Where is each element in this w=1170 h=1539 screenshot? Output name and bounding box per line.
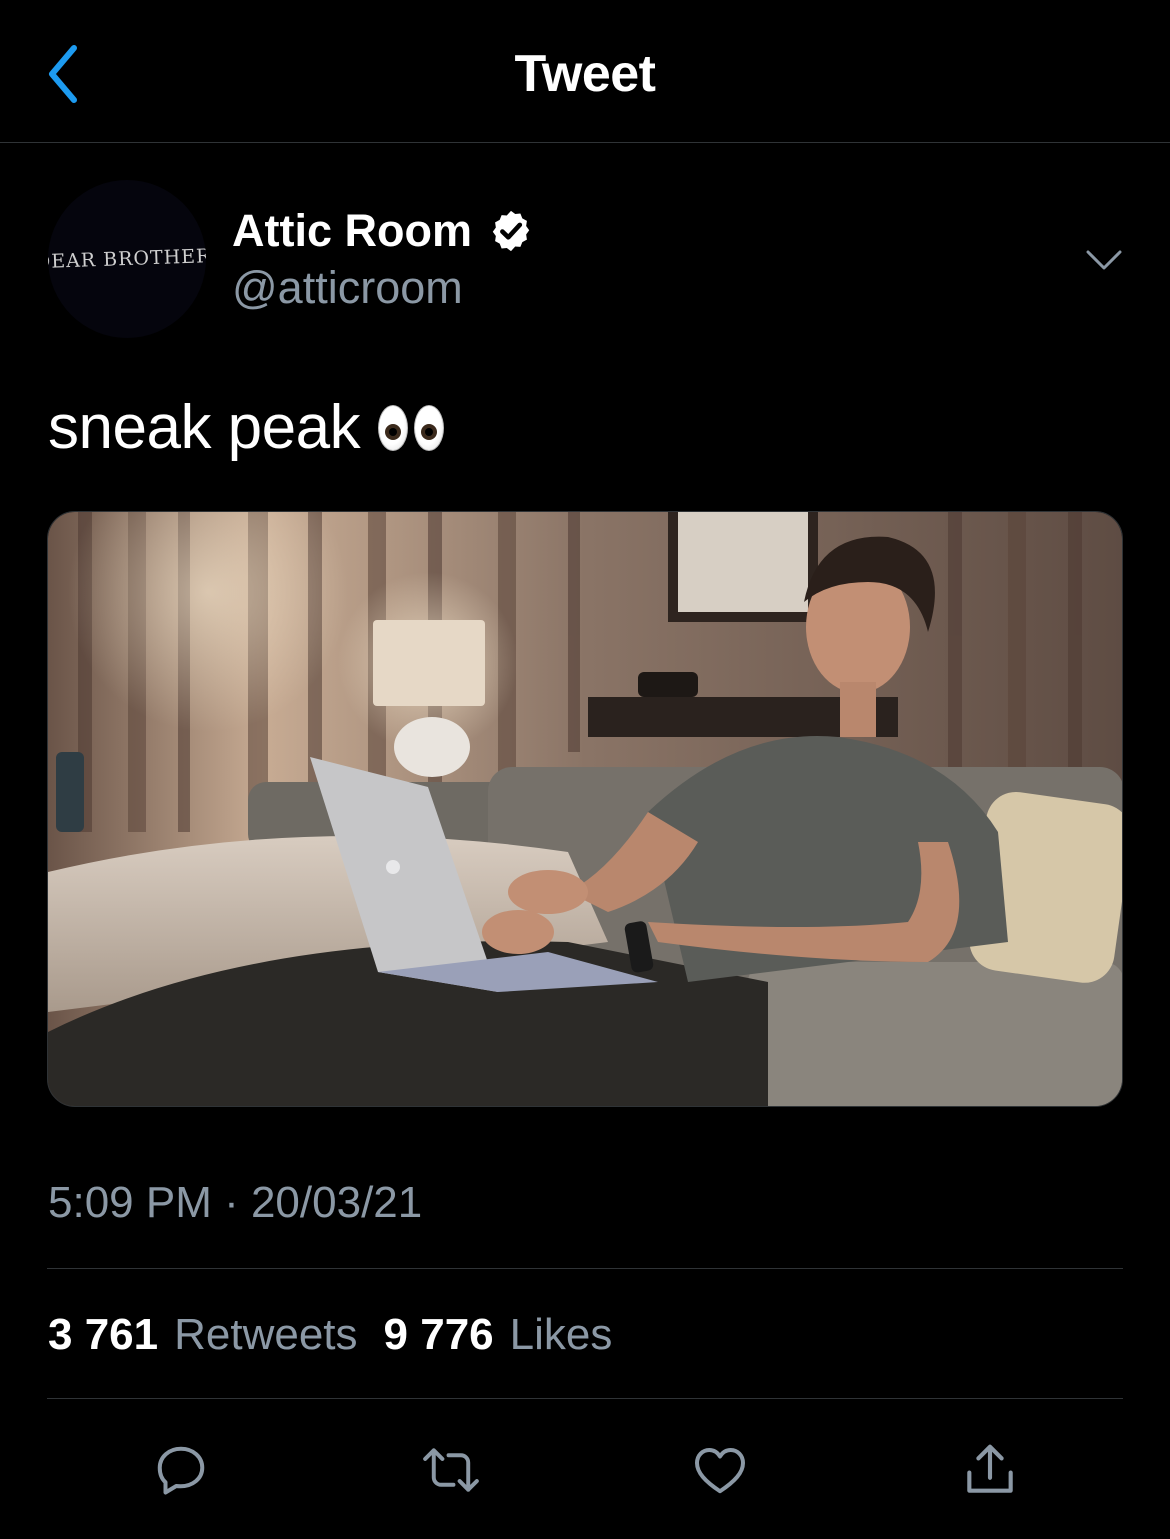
divider: [47, 1268, 1123, 1269]
retweets-count[interactable]: 3 761: [48, 1310, 158, 1360]
share-icon: [967, 1444, 1013, 1493]
like-icon: [695, 1448, 745, 1494]
retweet-icon: [423, 1448, 479, 1492]
tweet-actions-bar: [0, 1430, 1170, 1510]
tweet-timestamp: 5:09 PM · 20/03/21: [48, 1178, 423, 1227]
more-options-button[interactable]: [1082, 240, 1126, 280]
chevron-down-icon: [1086, 250, 1122, 270]
top-nav-bar: Tweet: [0, 0, 1170, 143]
reply-icon: [157, 1446, 205, 1495]
tweet-text: sneak peak: [48, 392, 445, 463]
reply-button[interactable]: [141, 1430, 221, 1510]
verified-badge-icon: [492, 210, 530, 252]
tweet-text-body: sneak peak: [48, 393, 361, 462]
retweet-button[interactable]: [411, 1430, 491, 1510]
page-title: Tweet: [514, 45, 656, 103]
tweet-photo[interactable]: [47, 511, 1123, 1107]
eyes-emoji-icon: [378, 404, 445, 451]
tweet-detail-screen: Tweet DEAR BROTHER, Attic Room @atticroo…: [0, 0, 1170, 1539]
author-name-row[interactable]: Attic Room: [232, 205, 534, 257]
likes-label[interactable]: Likes: [510, 1310, 613, 1360]
photo-illustration: [48, 512, 1122, 1106]
avatar-text: DEAR BROTHER,: [48, 244, 206, 274]
engagement-stats: 3 761 Retweets 9 776 Likes: [48, 1310, 622, 1360]
likes-count[interactable]: 9 776: [384, 1310, 494, 1360]
author-display-name: Attic Room: [232, 205, 472, 256]
retweets-label[interactable]: Retweets: [174, 1310, 357, 1360]
like-button[interactable]: [680, 1430, 760, 1510]
divider: [47, 1398, 1123, 1399]
share-button[interactable]: [950, 1430, 1030, 1510]
author-handle[interactable]: @atticroom: [232, 262, 463, 314]
avatar[interactable]: DEAR BROTHER,: [48, 180, 206, 338]
